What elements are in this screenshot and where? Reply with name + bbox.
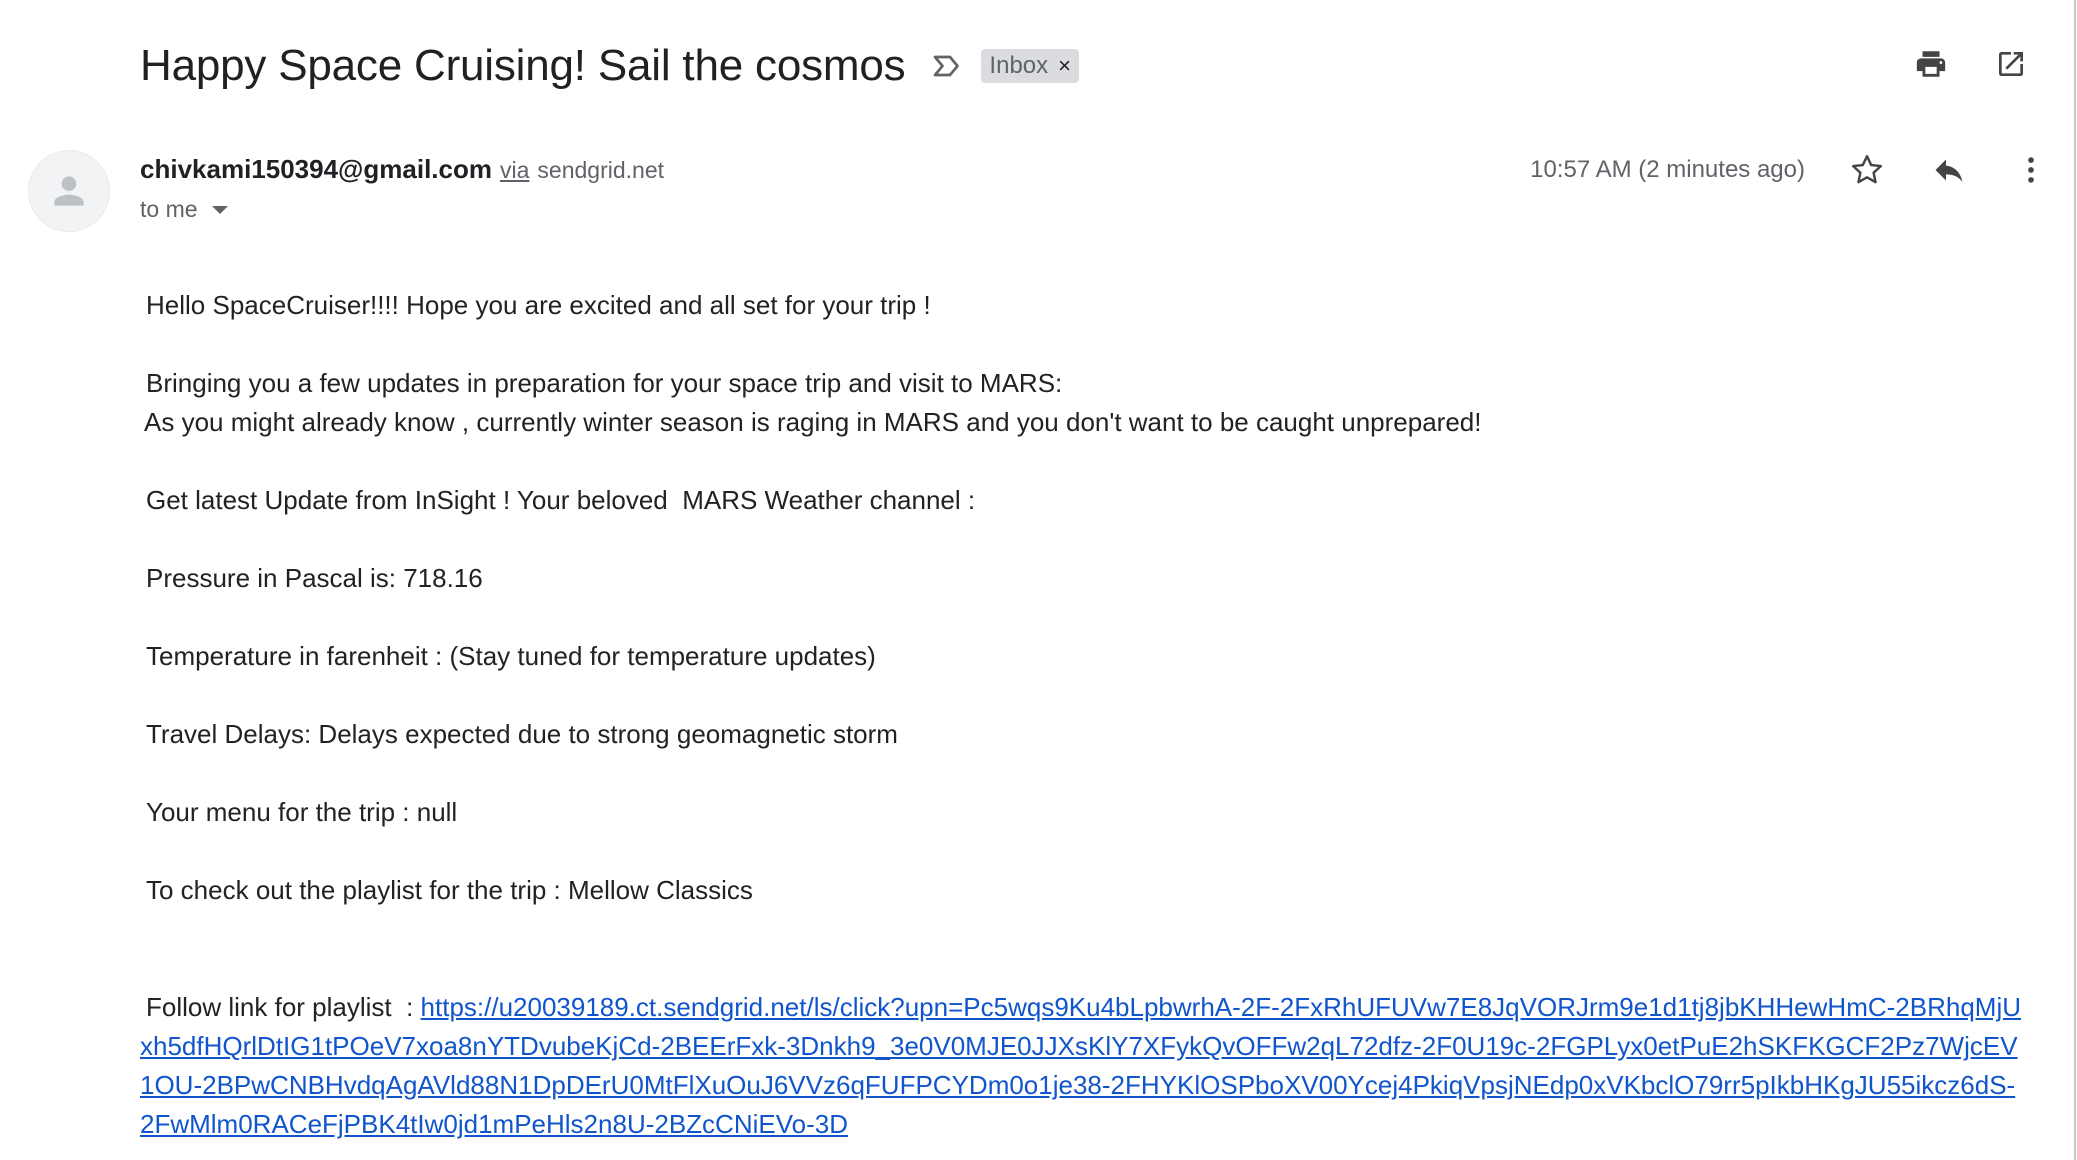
important-marker-icon[interactable] xyxy=(929,48,965,84)
travel-delays-line: Travel Delays: Delays expected due to st… xyxy=(146,719,898,749)
sender-avatar[interactable] xyxy=(28,150,110,232)
via-link[interactable]: via xyxy=(500,157,529,184)
greeting-line: Hello SpaceCruiser!!!! Hope you are exci… xyxy=(146,290,931,320)
sender-line: chivkami150394@gmail.com via sendgrid.ne… xyxy=(140,154,664,185)
inbox-label-chip[interactable]: Inbox × xyxy=(981,49,1079,83)
recipient-text: to me xyxy=(140,196,198,222)
weather-channel-line: Get latest Update from InSight ! Your be… xyxy=(146,485,976,515)
show-details-caret-icon[interactable] xyxy=(211,205,228,214)
winter-note-line: As you might already know , currently wi… xyxy=(144,407,1482,437)
window-edge-divider xyxy=(2074,0,2076,1160)
menu-line: Your menu for the trip : null xyxy=(146,797,458,827)
top-actions xyxy=(1911,44,2031,84)
playlist-line: To check out the playlist for the trip :… xyxy=(146,875,753,905)
message-timestamp: 10:57 AM (2 minutes ago) xyxy=(1530,156,1805,183)
subject-row: Happy Space Cruising! Sail the cosmos In… xyxy=(140,30,1079,102)
playlist-link[interactable]: https://u20039189.ct.sendgrid.net/ls/cli… xyxy=(140,992,2021,1139)
message-actions xyxy=(1847,150,2051,190)
inbox-label-text: Inbox xyxy=(989,52,1049,79)
pressure-line: Pressure in Pascal is: 718.16 xyxy=(146,563,483,593)
open-in-new-window-icon[interactable] xyxy=(1991,44,2031,84)
playlist-link-paragraph: Follow link for playlist : https://u2003… xyxy=(140,988,2026,1144)
star-icon[interactable] xyxy=(1847,150,1887,190)
remove-label-button[interactable]: × xyxy=(1058,53,1071,79)
reply-icon[interactable] xyxy=(1929,150,1969,190)
message-body: Hello SpaceCruiser!!!! Hope you are exci… xyxy=(140,286,2026,1144)
updates-intro-line: Bringing you a few updates in preparatio… xyxy=(146,368,1063,398)
email-subject: Happy Space Cruising! Sail the cosmos xyxy=(140,41,906,90)
follow-link-label: Follow link for playlist : xyxy=(146,992,421,1022)
via-domain: sendgrid.net xyxy=(537,157,664,183)
recipient-line[interactable]: to me xyxy=(140,196,228,223)
temperature-line: Temperature in farenheit : (Stay tuned f… xyxy=(146,641,876,671)
person-avatar-icon xyxy=(54,176,84,206)
sender-email[interactable]: chivkami150394@gmail.com xyxy=(140,154,492,185)
print-icon[interactable] xyxy=(1911,44,1951,84)
more-vert-icon[interactable] xyxy=(2011,150,2051,190)
